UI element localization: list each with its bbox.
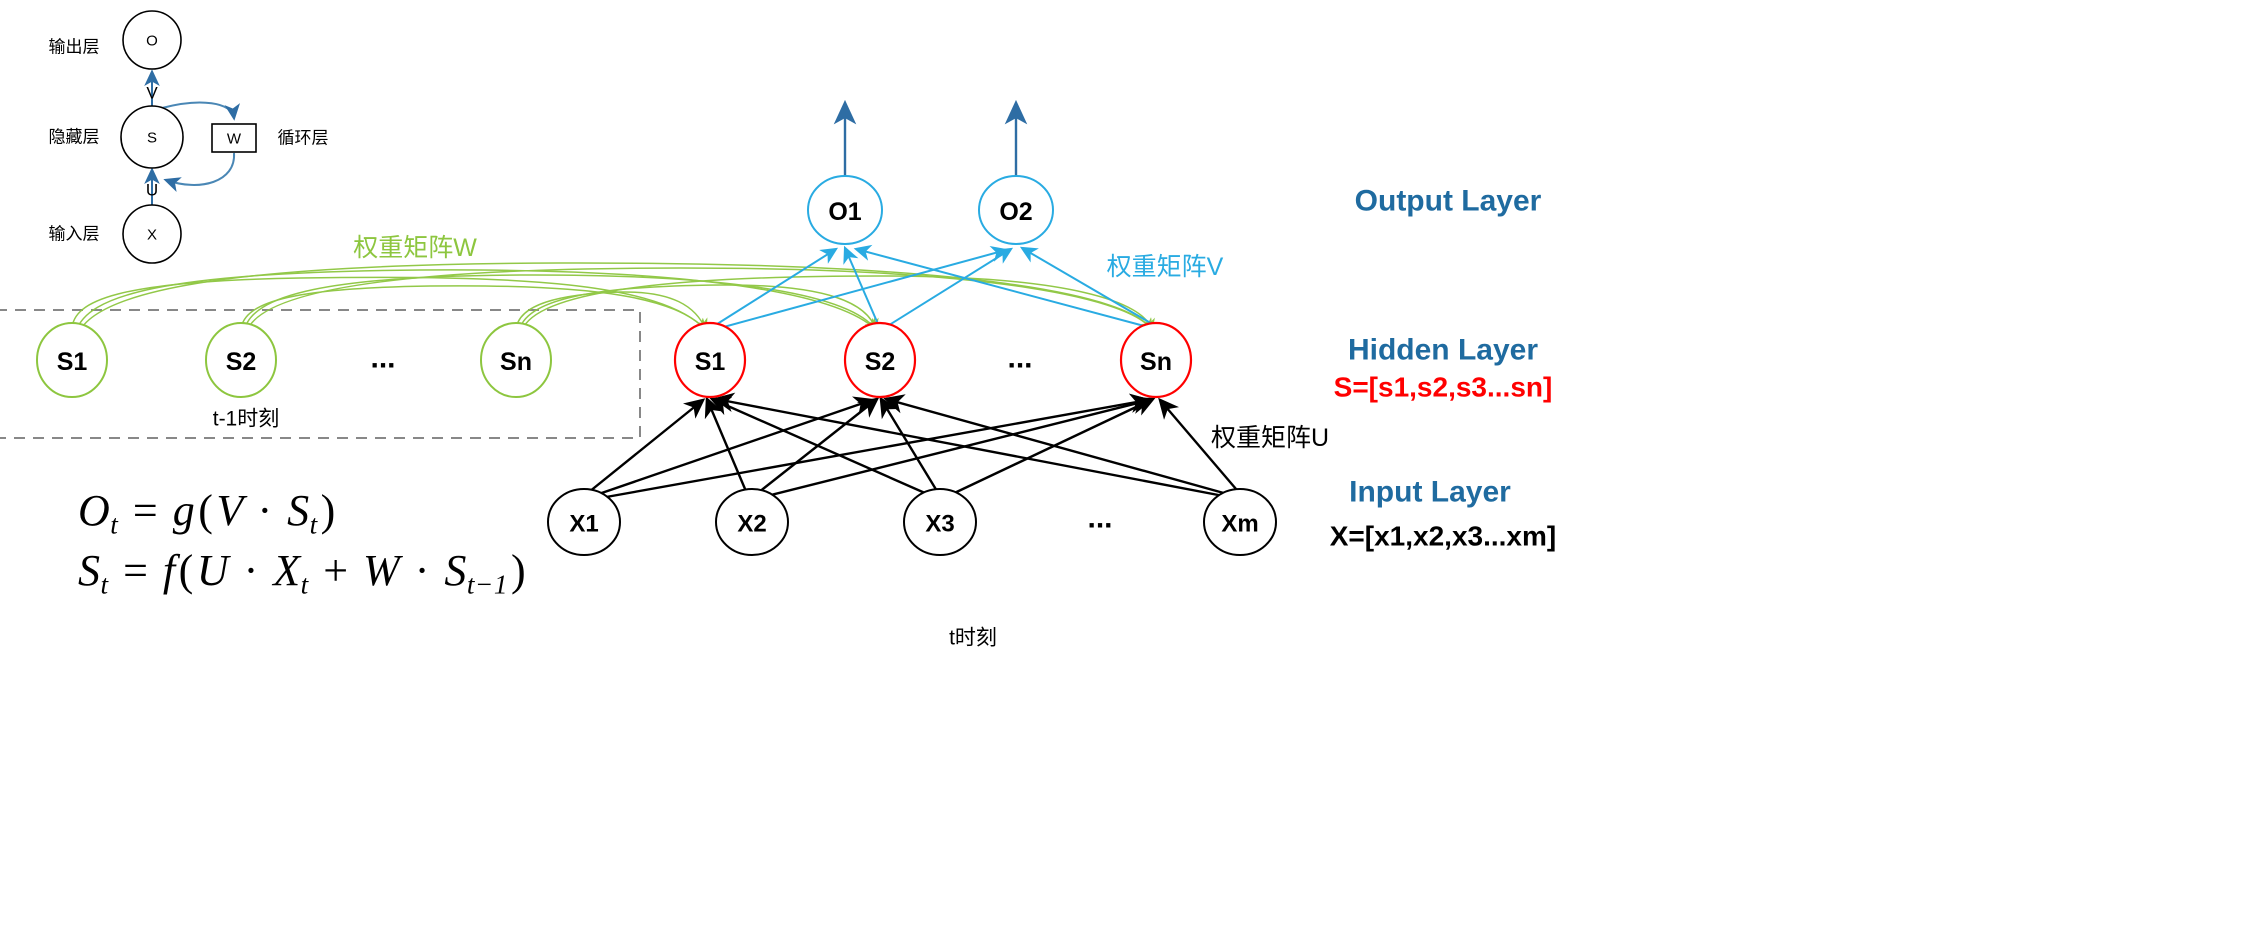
right-label-output-layer: Output Layer	[1355, 185, 1542, 218]
formula-s-sprev: S	[444, 546, 467, 595]
v-edge-sn-o1	[853, 244, 1149, 328]
node-x-label: X	[147, 227, 157, 244]
formula-s-w: W	[363, 546, 401, 595]
current-timestep-label: t时刻	[949, 627, 997, 650]
u-edge-x3-s2	[879, 396, 942, 497]
formula-o-open-paren: (	[198, 486, 214, 535]
prev-node-sn-label: Sn	[500, 348, 532, 376]
input-node-xm-label: Xm	[1221, 511, 1258, 538]
output-node-o2-label: O2	[999, 198, 1032, 226]
left-rnn-schematic: W O S X V U 输出层 隐藏层 输入层 循环层	[49, 10, 329, 264]
weight-matrix-v-label: 权重矩阵V	[1107, 253, 1224, 281]
v-edge-s2-o2	[885, 247, 1014, 328]
u-edge-x1-s2	[589, 396, 875, 499]
u-edges	[583, 392, 1243, 501]
formula-s-subscript: t	[100, 569, 109, 600]
output-node-o1-label: O1	[828, 198, 861, 226]
u-edge-xm-s2	[883, 394, 1239, 499]
v-edge-s1-o1	[713, 247, 839, 327]
diagram-canvas: W O S X V U 输出层 隐藏层 输入层 循环层 S1 S2 Sn ...…	[0, 0, 2258, 940]
formula-s-symbol: S	[78, 546, 101, 595]
previous-timestep-group: S1 S2 Sn ... t-1时刻	[0, 262, 1155, 439]
u-edge-x2-sn	[758, 394, 1153, 500]
input-node-x2-label: X2	[737, 511, 766, 538]
formula-s-sprev-subscript: t−1	[466, 569, 508, 600]
formula-o-fn: g	[172, 486, 196, 535]
formula-o-symbol: O	[78, 486, 111, 535]
right-label-input-vector: X=[x1,x2,x3...xm]	[1330, 521, 1556, 552]
prev-node-s2-label: S2	[226, 348, 257, 376]
current-timestep-group: O1 O2 S1 S2 Sn ... X1 X2 X3 Xm ... t时刻	[547, 99, 1277, 650]
formula-s-equals: =	[123, 546, 149, 595]
formula-s-u: U	[196, 546, 230, 595]
right-label-hidden-vector: S=[s1,s2,s3...sn]	[1334, 372, 1553, 403]
formula-o-dot: ·	[257, 486, 273, 535]
input-ellipsis: ...	[1087, 502, 1112, 535]
u-edge-x2-s2	[753, 397, 880, 497]
hidden-node-s2-label: S2	[865, 348, 896, 376]
hidden-ellipsis: ...	[1007, 342, 1032, 375]
prev-timestep-label: t-1时刻	[213, 408, 280, 431]
formula-o-close-paren: )	[320, 486, 336, 535]
left-label-input: 输入层	[49, 225, 100, 244]
formula-s-x: X	[273, 546, 301, 595]
edge-letter-v: V	[146, 84, 158, 103]
formula-s-dot2: ·	[414, 546, 430, 595]
right-legend: Output Layer Hidden Layer S=[s1,s2,s3...…	[1330, 185, 1556, 552]
hidden-node-s1-label: S1	[695, 348, 726, 376]
formula-s-dot1: ·	[243, 546, 259, 595]
weight-matrix-w-label: 权重矩阵W	[353, 234, 477, 262]
weight-matrix-u-label: 权重矩阵U	[1211, 424, 1329, 452]
right-label-hidden-layer: Hidden Layer	[1348, 334, 1538, 367]
formula-s-fn: f	[162, 546, 176, 595]
prev-node-s1-label: S1	[57, 348, 88, 376]
v-edges	[713, 244, 1155, 329]
prev-hidden-ellipsis: ...	[370, 342, 395, 375]
node-o-label: O	[146, 33, 158, 50]
formula-o-subscript: t	[110, 509, 119, 540]
left-label-hidden: 隐藏层	[49, 128, 100, 147]
formula-output: Ot = g(V · St)	[78, 485, 339, 541]
formula-s-close-paren: )	[510, 546, 527, 595]
formula-o-s-subscript: t	[309, 509, 318, 540]
input-node-x1-label: X1	[569, 511, 598, 538]
u-edge-x2-s1	[704, 396, 750, 497]
formula-state: St = f(U · Xt + W · St−1)	[78, 545, 529, 601]
formula-o-s: S	[287, 486, 310, 535]
rnn-architecture-svg: W O S X V U 输出层 隐藏层 输入层 循环层 S1 S2 Sn ...…	[0, 10, 1556, 650]
recurrent-layer-label: 循环层	[278, 129, 329, 148]
left-label-output: 输出层	[49, 38, 100, 57]
edge-w-to-s	[163, 152, 236, 193]
w-box-label: W	[227, 131, 242, 148]
u-edge-x1-s1	[583, 398, 706, 497]
edge-letter-u: U	[146, 181, 158, 200]
formula-o-v: V	[216, 486, 243, 535]
node-s-label: S	[147, 130, 157, 147]
hidden-node-sn-label: Sn	[1140, 348, 1172, 376]
input-node-x3-label: X3	[925, 511, 954, 538]
formula-s-x-subscript: t	[300, 569, 309, 600]
formula-s-open-paren: (	[178, 546, 194, 595]
formula-o-equals: =	[132, 486, 159, 535]
formula-s-plus: +	[323, 546, 349, 595]
right-label-input-layer: Input Layer	[1349, 476, 1511, 509]
